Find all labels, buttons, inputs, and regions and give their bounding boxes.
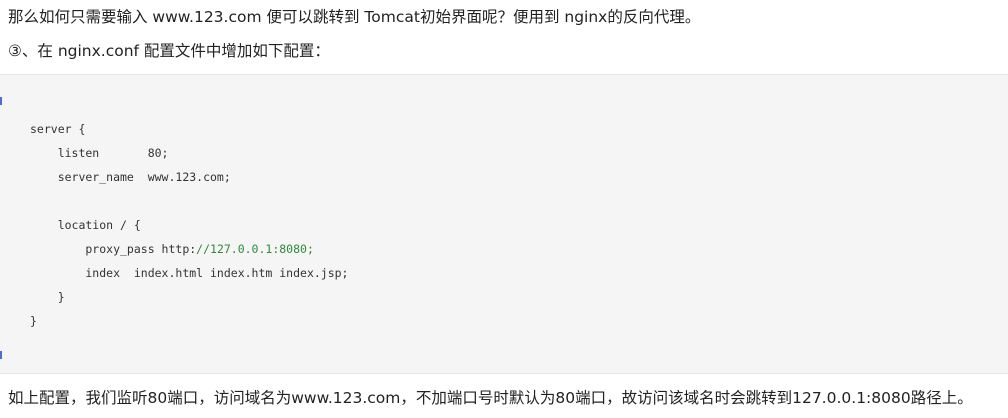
intro-paragraph: 那么如何只需要输入 www.123.com 便可以跳转到 Tomcat初始界面呢… — [8, 8, 701, 26]
code-block-top-marker — [0, 97, 2, 105]
code-line-location: location / { — [30, 218, 141, 232]
code-line-server: server { — [30, 122, 86, 136]
proxy-pass-keyword: proxy_pass http: — [30, 242, 197, 256]
code-line-location-close: } — [30, 290, 65, 304]
code-line-listen: listen 80; — [30, 146, 169, 160]
code-line-index: index index.html index.htm index.jsp; — [30, 266, 349, 280]
code-line-proxy-pass: proxy_pass http://127.0.0.1:8080; — [30, 242, 314, 256]
proxy-pass-url: //127.0.0.1:8080; — [196, 242, 314, 256]
step-heading: ③、在 nginx.conf 配置文件中增加如下配置： — [8, 42, 330, 60]
code-block-bottom-marker — [0, 351, 2, 359]
code-line-server-close: } — [30, 314, 37, 328]
code-block[interactable]: server { listen 80; server_name www.123.… — [0, 74, 1008, 374]
summary-paragraph: 如上配置，我们监听80端口，访问域名为www.123.com，不加端口号时默认为… — [8, 389, 973, 407]
code-line-server-name: server_name www.123.com; — [30, 170, 231, 184]
